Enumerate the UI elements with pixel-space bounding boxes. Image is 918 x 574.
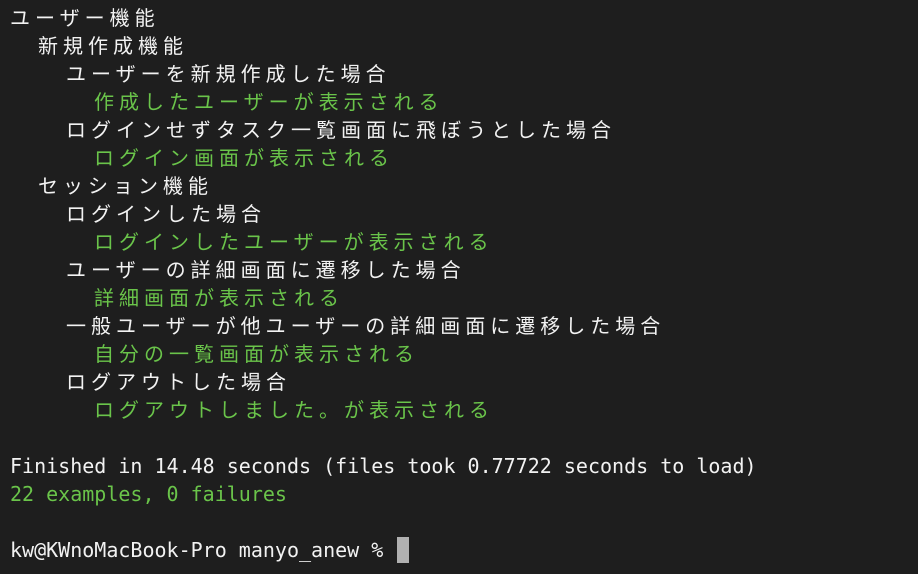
passed-example-line: 作成したユーザーが表示される [94, 90, 444, 114]
describe-context-line: ログインせずタスク一覧画面に飛ぼうとした場合 [66, 118, 616, 142]
describe-context-line: ユーザー機能 [10, 6, 160, 30]
text-cursor [397, 537, 410, 563]
terminal-window[interactable]: ユーザー機能 新規作成機能 ユーザーを新規作成した場合 作成したユーザーが表示されるロ… [0, 0, 918, 574]
passed-example-line: 自分の一覧画面が表示される [94, 342, 419, 366]
passed-example-line: ログインしたユーザーが表示される [94, 230, 494, 254]
describe-context-line: 新規作成機能 [38, 34, 188, 58]
describe-context-line: ユーザーを新規作成した場合 [66, 62, 391, 86]
describe-context-line: 一般ユーザーが他ユーザーの詳細画面に遷移した場合 [66, 314, 666, 338]
examples-result: 22 examples, 0 failures [10, 482, 287, 506]
passed-example-line: ログイン画面が表示される [94, 146, 394, 170]
spec-output: ユーザー機能 新規作成機能 ユーザーを新規作成した場合 作成したユーザーが表示されるロ… [10, 4, 918, 424]
describe-context-line: ユーザーの詳細画面に遷移した場合 [66, 258, 466, 282]
passed-example-line: 詳細画面が表示される [94, 286, 344, 310]
finished-summary: Finished in 14.48 seconds (files took 0.… [10, 454, 757, 478]
describe-context-line: セッション機能 [38, 174, 213, 198]
describe-context-line: ログインした場合 [66, 202, 266, 226]
passed-example-line: ログアウトしました。が表示される [94, 398, 494, 422]
prompt-text: kw@KWnoMacBook-Pro manyo_anew % [10, 538, 396, 562]
describe-context-line: ログアウトした場合 [66, 370, 291, 394]
command-prompt[interactable]: kw@KWnoMacBook-Pro manyo_anew % [10, 536, 918, 564]
